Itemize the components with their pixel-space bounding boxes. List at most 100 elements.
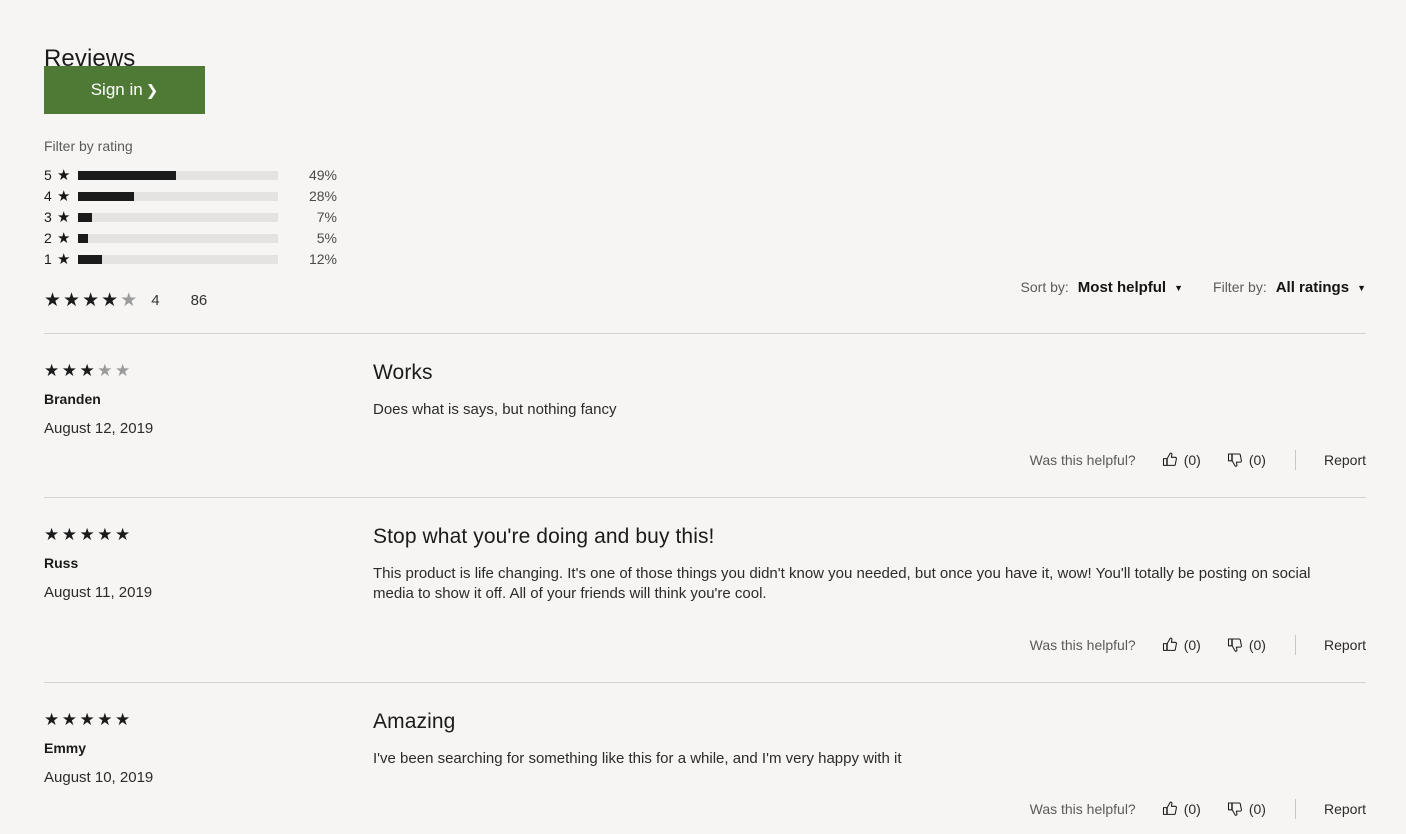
filter-by-label: Filter by: bbox=[1213, 279, 1267, 295]
thumbs-down-count: (0) bbox=[1248, 452, 1266, 468]
review-date: August 10, 2019 bbox=[44, 769, 154, 786]
rating-bar-fill bbox=[78, 255, 102, 264]
average-rating-value: 4 bbox=[151, 292, 160, 309]
star-empty-icon: ★ bbox=[120, 290, 140, 311]
average-stars: ★★★★★ bbox=[44, 289, 139, 312]
star-filled-icon: ★ bbox=[79, 710, 98, 729]
star-filled-icon: ★ bbox=[44, 290, 64, 311]
sort-by-select[interactable]: Most helpful ▼ bbox=[1078, 279, 1183, 296]
rating-bar-fill bbox=[78, 213, 92, 222]
thumbs-down-icon bbox=[1227, 801, 1243, 817]
star-icon: ★ bbox=[57, 209, 71, 226]
thumbs-up-count: (0) bbox=[1183, 637, 1201, 653]
star-filled-icon: ★ bbox=[115, 525, 133, 544]
thumbs-down-count: (0) bbox=[1248, 637, 1266, 653]
thumbs-down-icon bbox=[1227, 452, 1243, 468]
rating-filter-row-3[interactable]: 3 ★ 7% bbox=[44, 207, 349, 228]
thumbs-up-button[interactable]: (0) bbox=[1162, 635, 1201, 655]
thumbs-up-button[interactable]: (0) bbox=[1162, 450, 1201, 470]
thumbs-up-icon bbox=[1162, 452, 1178, 468]
star-filled-icon: ★ bbox=[79, 361, 98, 380]
thumbs-up-icon bbox=[1162, 637, 1178, 653]
chevron-down-icon: ▼ bbox=[1357, 283, 1366, 293]
rating-filter-number: 2 bbox=[44, 230, 52, 246]
review-divider bbox=[44, 682, 1366, 683]
rating-histogram: 5 ★ 49% 4 ★ 28% 3 ★ 7% 2 ★ 5% 1 ★ 12% bbox=[44, 165, 349, 270]
star-icon: ★ bbox=[57, 230, 71, 247]
rating-filter-row-1[interactable]: 1 ★ 12% bbox=[44, 249, 349, 270]
review-body: This product is life changing. It's one … bbox=[373, 565, 1311, 602]
rating-bar-track bbox=[78, 171, 278, 180]
thumbs-down-button[interactable]: (0) bbox=[1227, 799, 1266, 819]
report-link[interactable]: Report bbox=[1324, 635, 1366, 655]
review-rating-stars: ★★★★★ bbox=[44, 360, 344, 382]
review-author: Russ bbox=[44, 555, 79, 571]
thumbs-up-icon bbox=[1162, 801, 1178, 817]
rating-filter-number: 4 bbox=[44, 188, 52, 204]
rating-percent-label: 7% bbox=[316, 209, 337, 225]
rating-percent-label: 49% bbox=[308, 167, 337, 183]
report-link[interactable]: Report bbox=[1324, 450, 1366, 470]
review-rating-stars: ★★★★★ bbox=[44, 524, 344, 546]
star-filled-icon: ★ bbox=[101, 290, 121, 311]
thumbs-down-button[interactable]: (0) bbox=[1227, 635, 1266, 655]
chevron-down-icon: ▼ bbox=[1174, 283, 1184, 293]
thumbs-up-count: (0) bbox=[1183, 801, 1201, 817]
star-icon: ★ bbox=[57, 167, 71, 184]
thumbs-down-button[interactable]: (0) bbox=[1227, 450, 1266, 470]
sign-in-label: Sign in bbox=[90, 80, 143, 99]
filter-by-value: All ratings bbox=[1275, 279, 1350, 296]
star-filled-icon: ★ bbox=[63, 290, 83, 311]
filter-by-rating-label: Filter by rating bbox=[44, 138, 133, 154]
review-divider bbox=[44, 333, 1366, 334]
star-filled-icon: ★ bbox=[61, 710, 80, 729]
was-this-helpful-label: Was this helpful? bbox=[1029, 801, 1136, 817]
vertical-divider bbox=[1294, 799, 1296, 819]
rating-filter-row-5[interactable]: 5 ★ 49% bbox=[44, 165, 349, 186]
review-title: Amazing bbox=[373, 710, 456, 733]
list-controls: Sort by: Most helpful ▼ Filter by: All r… bbox=[1021, 279, 1366, 296]
chevron-right-icon: ❯ bbox=[145, 82, 159, 100]
filter-by-control: Filter by: All ratings ▼ bbox=[1213, 279, 1366, 296]
sort-by-control: Sort by: Most helpful ▼ bbox=[1021, 279, 1184, 296]
rating-bar-track bbox=[78, 213, 278, 222]
sign-in-button[interactable]: Sign in ❯ bbox=[44, 66, 205, 114]
review-count: 86 bbox=[190, 292, 208, 309]
review-content: Stop what you're doing and buy this! This… bbox=[373, 524, 1348, 604]
rating-bar-fill bbox=[78, 234, 88, 243]
thumbs-up-count: (0) bbox=[1183, 452, 1201, 468]
rating-bar-track bbox=[78, 234, 278, 243]
star-icon: ★ bbox=[57, 251, 71, 268]
star-filled-icon: ★ bbox=[79, 525, 98, 544]
review-date: August 12, 2019 bbox=[44, 420, 154, 437]
review-meta: ★★★★★ Russ August 11, 2019 bbox=[44, 524, 344, 603]
review-body: Does what is says, but nothing fancy bbox=[373, 401, 617, 418]
review-content: Works Does what is says, but nothing fanc… bbox=[373, 360, 1348, 420]
average-rating-summary: ★★★★★ 4 86 bbox=[44, 289, 207, 312]
rating-percent-label: 12% bbox=[308, 251, 337, 267]
review-helpful-row: Was this helpful? (0) (0) Report bbox=[1030, 635, 1366, 655]
star-filled-icon: ★ bbox=[82, 290, 102, 311]
star-filled-icon: ★ bbox=[44, 710, 62, 729]
thumbs-up-button[interactable]: (0) bbox=[1162, 799, 1201, 819]
report-link[interactable]: Report bbox=[1324, 799, 1366, 819]
review-date: August 11, 2019 bbox=[44, 584, 153, 601]
star-icon: ★ bbox=[57, 188, 71, 205]
was-this-helpful-label: Was this helpful? bbox=[1029, 452, 1136, 468]
review-body: I've been searching for something like t… bbox=[373, 750, 902, 767]
vertical-divider bbox=[1294, 450, 1296, 470]
rating-filter-row-2[interactable]: 2 ★ 5% bbox=[44, 228, 349, 249]
star-filled-icon: ★ bbox=[97, 710, 115, 729]
rating-filter-row-4[interactable]: 4 ★ 28% bbox=[44, 186, 349, 207]
filter-by-select[interactable]: All ratings ▼ bbox=[1276, 279, 1366, 296]
review-author: Branden bbox=[44, 391, 101, 407]
sort-by-value: Most helpful bbox=[1077, 279, 1167, 296]
reviews-page: Reviews Sign in ❯ Filter by rating 5 ★ 49% 4… bbox=[0, 0, 1406, 834]
star-filled-icon: ★ bbox=[61, 361, 80, 380]
sort-by-label: Sort by: bbox=[1020, 279, 1069, 295]
review-meta: ★★★★★ Emmy August 10, 2019 bbox=[44, 709, 344, 788]
thumbs-down-icon bbox=[1227, 637, 1243, 653]
rating-bar-track bbox=[78, 192, 278, 201]
review-title: Stop what you're doing and buy this! bbox=[373, 525, 715, 548]
rating-percent-label: 5% bbox=[316, 230, 337, 246]
